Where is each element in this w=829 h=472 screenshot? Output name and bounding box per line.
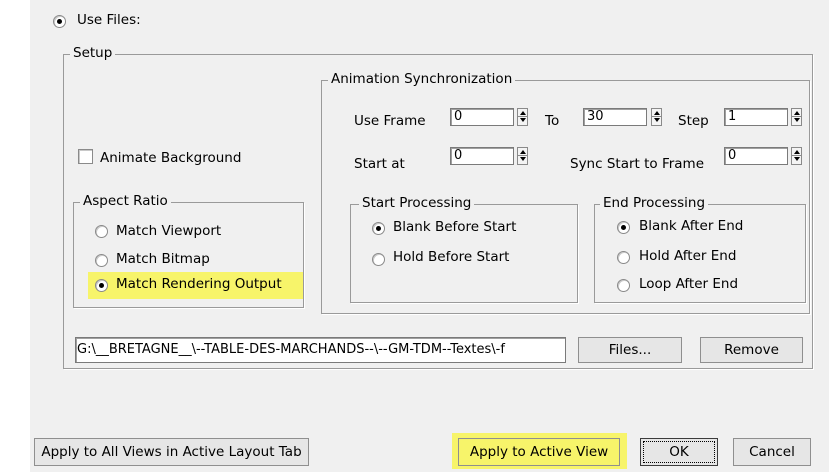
remove-button[interactable]: Remove — [700, 337, 803, 363]
step-label: Step — [678, 113, 709, 129]
blank-after-end-radio[interactable] — [617, 221, 630, 234]
loop-after-end-radio[interactable] — [617, 279, 630, 292]
to-input[interactable]: 30 — [583, 108, 647, 126]
blank-before-start-label: Blank Before Start — [393, 219, 517, 235]
match-bitmap-radio[interactable] — [95, 254, 108, 267]
animation-sync-title: Animation Synchronization — [328, 71, 516, 87]
ok-button[interactable]: OK — [640, 438, 718, 466]
step-input[interactable]: 1 — [724, 108, 788, 126]
use-files-radio[interactable] — [53, 15, 66, 28]
sync-start-spinner[interactable] — [791, 147, 802, 165]
use-files-label: Use Files: — [77, 12, 141, 28]
use-frame-spinner[interactable] — [517, 108, 528, 126]
start-at-spinner[interactable] — [517, 147, 528, 165]
match-viewport-label: Match Viewport — [116, 223, 222, 239]
match-bitmap-label: Match Bitmap — [116, 251, 210, 267]
step-spinner[interactable] — [791, 108, 802, 126]
aspect-ratio-title: Aspect Ratio — [80, 193, 171, 209]
animate-background-checkbox[interactable] — [78, 149, 93, 164]
hold-before-start-label: Hold Before Start — [393, 249, 510, 265]
match-viewport-radio[interactable] — [95, 225, 108, 238]
setup-group-title: Setup — [70, 45, 116, 61]
sync-start-input[interactable]: 0 — [724, 147, 788, 165]
cancel-button[interactable]: Cancel — [733, 438, 811, 466]
end-processing-title: End Processing — [600, 195, 709, 211]
sync-start-label: Sync Start to Frame — [570, 156, 705, 172]
to-label: To — [545, 113, 560, 129]
start-processing-title: Start Processing — [359, 195, 475, 211]
to-spinner[interactable] — [651, 108, 662, 126]
start-at-input[interactable]: 0 — [450, 147, 514, 165]
blank-before-start-radio[interactable] — [372, 222, 385, 235]
hold-before-start-radio[interactable] — [372, 253, 385, 266]
animate-background-label: Animate Background — [100, 150, 242, 166]
apply-all-views-button[interactable]: Apply to All Views in Active Layout Tab — [34, 438, 309, 466]
file-path-field[interactable]: G:\__BRETAGNE__\--TABLE-DES-MARCHANDS--\… — [75, 337, 566, 363]
use-frame-label: Use Frame — [354, 113, 426, 129]
use-frame-input[interactable]: 0 — [450, 108, 514, 126]
blank-after-end-label: Blank After End — [639, 218, 744, 234]
loop-after-end-label: Loop After End — [639, 276, 739, 292]
hold-after-end-radio[interactable] — [617, 251, 630, 264]
files-button[interactable]: Files... — [578, 337, 682, 363]
hold-after-end-label: Hold After End — [639, 248, 737, 264]
apply-active-view-button[interactable]: Apply to Active View — [458, 438, 620, 466]
match-rendering-output-radio[interactable] — [95, 279, 108, 292]
start-at-label: Start at — [354, 156, 405, 172]
match-rendering-output-label: Match Rendering Output — [116, 276, 282, 292]
